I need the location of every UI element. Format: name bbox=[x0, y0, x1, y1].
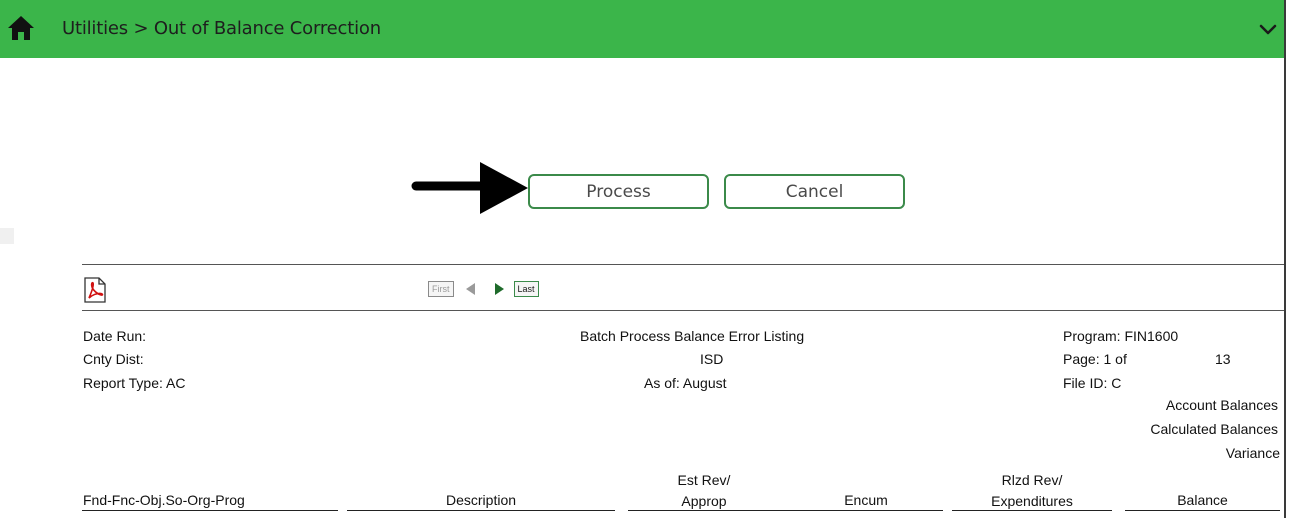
column-underline bbox=[952, 510, 1112, 511]
report-program: Program: FIN1600 bbox=[1063, 328, 1179, 344]
pager: First Last bbox=[428, 280, 539, 298]
column-est-rev-line2: Approp bbox=[681, 493, 727, 509]
edge-artifact bbox=[0, 228, 14, 244]
account-balances-label: Account Balances bbox=[1165, 397, 1278, 413]
column-underline bbox=[347, 510, 615, 511]
previous-page-icon[interactable] bbox=[465, 283, 475, 295]
column-underline bbox=[1125, 510, 1280, 511]
first-page-button[interactable]: First bbox=[428, 281, 454, 297]
breadcrumb[interactable]: Utilities > Out of Balance Correction bbox=[62, 18, 381, 39]
report-file-id: File ID: C bbox=[1063, 375, 1122, 391]
column-underline bbox=[82, 510, 338, 511]
column-encum: Encum bbox=[844, 492, 888, 508]
report-as-of: As of: August bbox=[644, 375, 727, 391]
calculated-balances-label: Calculated Balances bbox=[1150, 421, 1278, 437]
report-date-run: Date Run: bbox=[83, 328, 147, 344]
variance-label: Variance bbox=[1225, 445, 1280, 461]
page-frame bbox=[0, 0, 1286, 518]
column-est-rev-line1: Est Rev/ bbox=[677, 472, 731, 488]
column-description: Description bbox=[445, 492, 517, 508]
report-page-label: Page: 1 of bbox=[1063, 351, 1127, 367]
pdf-icon[interactable] bbox=[82, 277, 108, 303]
report-page-total: 13 bbox=[1215, 351, 1231, 367]
home-icon[interactable] bbox=[6, 14, 36, 42]
chevron-down-icon[interactable] bbox=[1258, 20, 1278, 40]
report-district: ISD bbox=[700, 351, 724, 367]
column-rlzd-rev: Rlzd Rev/ Expenditures bbox=[952, 472, 1112, 509]
column-account: Fnd-Fnc-Obj.So-Org-Prog bbox=[83, 492, 245, 508]
arrow-pointer-icon bbox=[411, 162, 528, 214]
report-toolbar-top-divider bbox=[82, 264, 1284, 265]
cancel-button[interactable]: Cancel bbox=[724, 174, 905, 209]
report-cnty-dist: Cnty Dist: bbox=[83, 351, 144, 367]
report-toolbar-bottom-divider bbox=[82, 310, 1284, 311]
report-type: Report Type: AC bbox=[83, 375, 186, 391]
header-bar: Utilities > Out of Balance Correction bbox=[0, 0, 1284, 58]
column-rlzd-rev-line2: Expenditures bbox=[991, 493, 1073, 509]
last-page-button[interactable]: Last bbox=[513, 281, 539, 297]
column-underline bbox=[628, 510, 943, 511]
column-est-rev: Est Rev/ Approp bbox=[628, 472, 780, 509]
column-rlzd-rev-line1: Rlzd Rev/ bbox=[1001, 472, 1063, 488]
report-title: Batch Process Balance Error Listing bbox=[580, 328, 805, 344]
process-button[interactable]: Process bbox=[528, 174, 709, 209]
column-balance: Balance bbox=[1177, 492, 1228, 508]
next-page-icon[interactable] bbox=[494, 283, 504, 295]
